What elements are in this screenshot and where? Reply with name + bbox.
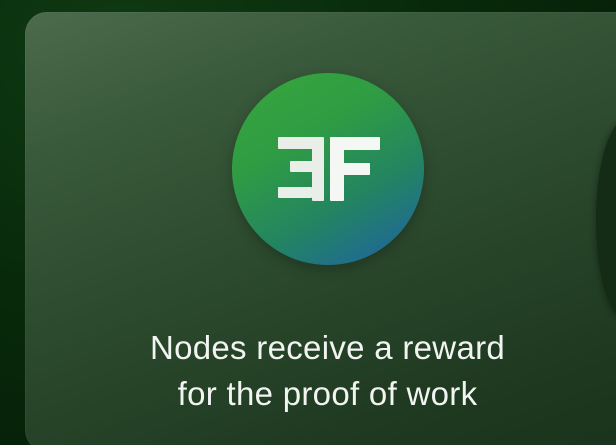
page-background: Nodes receive a reward for the proof of … bbox=[0, 0, 616, 445]
caption-line-1: Nodes receive a reward bbox=[149, 329, 506, 366]
ff-monogram-icon bbox=[278, 137, 380, 201]
card-caption: Nodes receive a reward for the proof of … bbox=[25, 325, 616, 417]
caption-line-2: for the proof of work bbox=[177, 375, 478, 412]
ff-logo-icon bbox=[232, 73, 424, 265]
